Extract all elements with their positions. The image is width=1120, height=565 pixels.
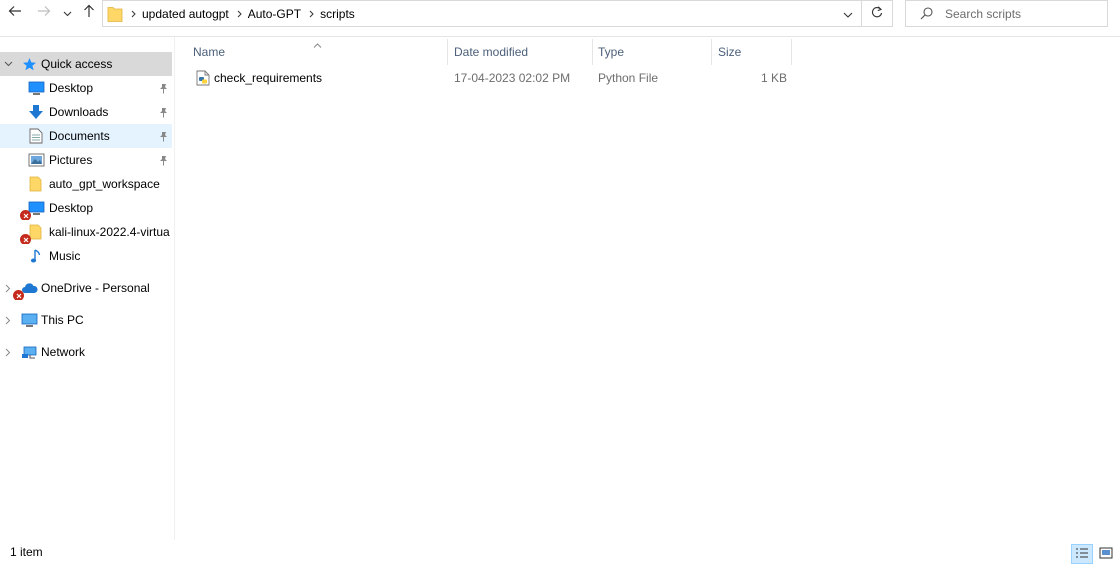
chevron-down-icon: [843, 7, 853, 21]
nav-label: Documents: [49, 129, 110, 143]
large-icons-view-icon: [1099, 547, 1113, 562]
column-divider[interactable]: [447, 39, 448, 65]
desktop-icon: [27, 80, 45, 96]
expander-right-icon: [3, 347, 13, 357]
expander-right-icon: [3, 315, 13, 325]
nav-item-quick-access[interactable]: Quick access: [0, 52, 172, 76]
nav-label: Quick access: [41, 57, 113, 71]
nav-label: Desktop: [49, 81, 94, 95]
nav-item-documents[interactable]: Documents: [0, 124, 172, 148]
forward-button[interactable]: [33, 0, 55, 25]
star-icon: [20, 56, 38, 72]
music-note-icon: [27, 248, 45, 264]
breadcrumb-chevron-icon: [237, 10, 242, 18]
arrow-left-icon: [8, 5, 22, 20]
refresh-button[interactable]: [862, 0, 893, 27]
nav-item-this-pc[interactable]: This PC: [0, 308, 172, 332]
column-divider[interactable]: [592, 39, 593, 65]
breadcrumb-scripts[interactable]: scripts: [320, 7, 355, 21]
nav-item-desktop-unavailable[interactable]: Desktop: [0, 196, 172, 220]
nav-item-pictures[interactable]: Pictures: [0, 148, 172, 172]
nav-label: Desktop: [49, 201, 94, 215]
file-type: Python File: [598, 71, 659, 85]
nav-label: kali-linux-2022.4-virtua: [49, 225, 170, 239]
column-header-name[interactable]: Name: [193, 40, 447, 64]
arrow-right-icon: [37, 5, 51, 20]
file-list-view: Name Date modified Type Size check_requi…: [176, 37, 1120, 540]
back-button[interactable]: [4, 0, 26, 25]
status-bar: 1 item: [0, 540, 1120, 565]
nav-item-downloads[interactable]: Downloads: [0, 100, 172, 124]
breadcrumb-updated-autogpt[interactable]: updated autogpt: [142, 7, 229, 21]
nav-item-kali-linux[interactable]: kali-linux-2022.4-virtua: [0, 220, 172, 244]
column-header-date-modified[interactable]: Date modified: [454, 40, 592, 64]
file-row[interactable]: check_requirements 17-04-2023 02:02 PM P…: [191, 66, 796, 90]
details-view-icon: [1075, 547, 1089, 562]
refresh-icon: [871, 5, 883, 22]
search-input[interactable]: Search scripts: [945, 7, 1021, 21]
breadcrumb-auto-gpt[interactable]: Auto-GPT: [248, 7, 301, 21]
navigation-toolbar: updated autogpt Auto-GPT scripts Search …: [0, 0, 1120, 27]
nav-item-onedrive[interactable]: OneDrive - Personal: [0, 276, 172, 300]
error-badge-icon: [20, 210, 31, 220]
nav-label: Network: [41, 345, 86, 359]
file-date-modified: 17-04-2023 02:02 PM: [454, 71, 571, 85]
pin-icon: [159, 107, 168, 118]
expander-down-icon: [3, 59, 13, 69]
chevron-down-icon: [63, 6, 72, 20]
up-button[interactable]: [79, 0, 99, 25]
desktop-icon: [20, 200, 45, 220]
file-name: check_requirements: [214, 71, 323, 85]
large-icons-view-button[interactable]: [1095, 544, 1117, 564]
documents-icon: [27, 128, 45, 144]
pin-icon: [159, 131, 168, 142]
nav-item-network[interactable]: Network: [0, 340, 172, 364]
address-bar[interactable]: updated autogpt Auto-GPT scripts: [102, 0, 862, 27]
error-badge-icon: [20, 234, 31, 244]
recent-locations-button[interactable]: [60, 0, 74, 25]
nav-label: Music: [49, 249, 81, 263]
nav-item-music[interactable]: Music: [0, 244, 172, 268]
pin-icon: [159, 155, 168, 166]
pin-icon: [159, 83, 168, 94]
error-badge-icon: [13, 290, 24, 300]
pictures-icon: [27, 152, 45, 168]
search-box[interactable]: Search scripts: [905, 0, 1108, 27]
column-header-type[interactable]: Type: [598, 40, 710, 64]
folder-icon: [20, 224, 45, 244]
folder-icon: [107, 5, 123, 23]
nav-label: auto_gpt_workspace: [49, 177, 160, 191]
computer-icon: [20, 312, 38, 328]
cloud-icon: [13, 280, 38, 300]
pane-divider[interactable]: [174, 37, 175, 540]
expander-right-icon: [3, 283, 13, 293]
arrow-up-icon: [83, 4, 95, 21]
navigation-pane: Quick access Desktop Downloads Documents: [0, 37, 174, 540]
nav-label: Pictures: [49, 153, 93, 167]
breadcrumb-chevron-icon: [309, 10, 314, 18]
file-size: 1 KB: [761, 71, 788, 85]
details-view-button[interactable]: [1071, 544, 1093, 564]
nav-item-auto-gpt-workspace[interactable]: auto_gpt_workspace: [0, 172, 172, 196]
nav-item-desktop[interactable]: Desktop: [0, 76, 172, 100]
item-count: 1 item: [10, 545, 43, 559]
nav-label: Downloads: [49, 105, 109, 119]
column-divider[interactable]: [791, 39, 792, 65]
column-divider[interactable]: [711, 39, 712, 65]
address-dropdown-button[interactable]: [835, 1, 861, 26]
folder-icon: [27, 176, 45, 192]
download-arrow-icon: [27, 104, 45, 120]
breadcrumb-chevron-icon: [131, 10, 136, 18]
nav-label: OneDrive - Personal: [41, 281, 150, 295]
search-icon: [920, 7, 933, 20]
nav-label: This PC: [41, 313, 84, 327]
network-icon: [20, 344, 38, 360]
python-file-icon: [196, 66, 210, 90]
column-header-size[interactable]: Size: [718, 40, 790, 64]
